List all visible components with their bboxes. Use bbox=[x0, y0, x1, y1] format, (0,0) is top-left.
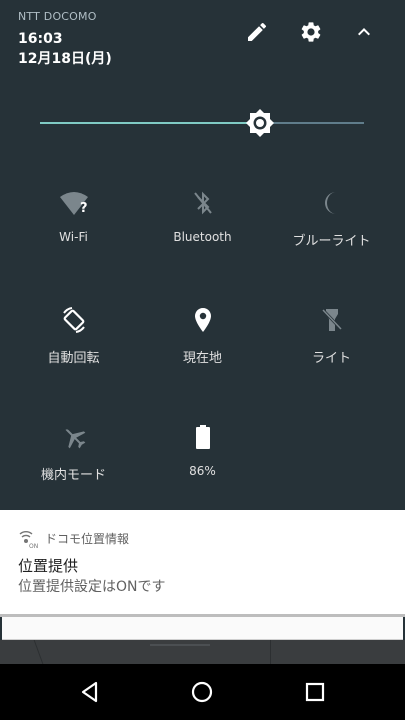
tile-label: Bluetooth bbox=[173, 230, 232, 244]
brightness-thumb[interactable] bbox=[245, 108, 275, 138]
battery-icon bbox=[188, 422, 218, 452]
stacked-notification[interactable] bbox=[2, 617, 403, 640]
tile-label: 自動回転 bbox=[47, 351, 100, 366]
navigation-bar bbox=[0, 664, 405, 720]
tile-label: ブルーライト bbox=[292, 234, 371, 249]
recents-button[interactable] bbox=[301, 678, 329, 706]
collapse-button[interactable] bbox=[352, 20, 376, 44]
auto-rotate-icon bbox=[59, 305, 89, 335]
notification-card[interactable]: ON ドコモ位置情報 位置提供 位置提供設定はONです bbox=[0, 510, 405, 614]
tile-blue-light[interactable]: ブルーライト bbox=[264, 188, 399, 288]
edit-button[interactable] bbox=[245, 20, 269, 44]
home-circle-icon bbox=[191, 681, 213, 703]
tile-auto-rotate[interactable]: 自動回転 bbox=[6, 305, 141, 405]
tile-battery[interactable]: 86% bbox=[135, 422, 270, 522]
brightness-track-fill bbox=[40, 122, 250, 124]
flashlight-off-icon bbox=[317, 305, 347, 335]
tile-label: Wi-Fi bbox=[59, 230, 88, 244]
brightness-sun-icon bbox=[246, 109, 274, 137]
tile-bluetooth[interactable]: Bluetooth bbox=[135, 188, 270, 288]
clock[interactable]: 16:03 bbox=[18, 31, 63, 47]
svg-text:?: ? bbox=[80, 201, 88, 216]
tile-location[interactable]: 現在地 bbox=[135, 305, 270, 405]
home-button[interactable] bbox=[188, 678, 216, 706]
back-button[interactable] bbox=[76, 678, 104, 706]
moon-icon bbox=[317, 188, 347, 218]
tile-label: 機内モード bbox=[40, 468, 106, 483]
tile-flashlight[interactable]: ライト bbox=[264, 305, 399, 405]
wallpaper-seam bbox=[270, 640, 271, 664]
tile-wifi[interactable]: ? Wi-Fi bbox=[6, 188, 141, 288]
chevron-up-icon bbox=[358, 28, 370, 36]
battery-percent: 86% bbox=[189, 464, 216, 478]
settings-button[interactable] bbox=[299, 20, 323, 44]
brightness-track bbox=[270, 122, 364, 124]
location-pin-icon bbox=[188, 305, 218, 335]
wallpaper-highlight bbox=[150, 644, 210, 646]
tile-label: 現在地 bbox=[182, 351, 222, 366]
location-signal-icon: ON bbox=[18, 529, 38, 550]
date[interactable]: 12月18日(月) bbox=[18, 48, 112, 68]
back-triangle-icon bbox=[81, 681, 98, 703]
gear-icon bbox=[301, 22, 321, 42]
svg-text:ON: ON bbox=[29, 543, 38, 549]
tile-label: ライト bbox=[311, 351, 351, 366]
wallpaper-seam bbox=[33, 640, 44, 664]
recents-square-icon bbox=[305, 682, 325, 702]
notification-title: 位置提供 bbox=[18, 557, 79, 575]
pencil-icon bbox=[248, 22, 267, 41]
tile-airplane-mode[interactable]: 機内モード bbox=[6, 422, 141, 522]
wallpaper bbox=[0, 640, 405, 664]
brightness-slider[interactable] bbox=[40, 108, 364, 138]
wifi-unknown-icon: ? bbox=[59, 188, 89, 218]
airplane-icon bbox=[59, 422, 89, 452]
notification-text: 位置提供設定はONです bbox=[18, 579, 166, 595]
quick-settings-panel: NTT DOCOMO 16:03 12月18日(月) ? Wi-Fi Bluet… bbox=[0, 0, 405, 510]
carrier-name: NTT DOCOMO bbox=[18, 10, 97, 23]
notification-app-name: ドコモ位置情報 bbox=[45, 532, 130, 546]
bluetooth-off-icon bbox=[188, 188, 218, 218]
